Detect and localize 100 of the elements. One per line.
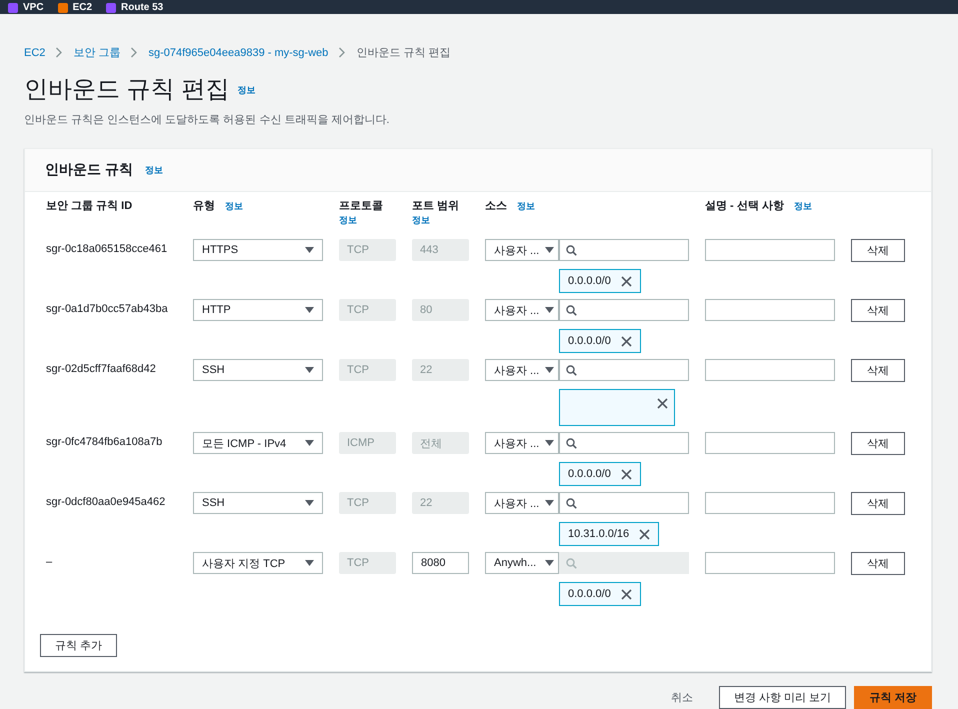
- caret-icon: [305, 307, 314, 313]
- delete-button[interactable]: 삭제: [851, 552, 905, 575]
- save-button[interactable]: 규칙 저장: [854, 686, 932, 709]
- description-field[interactable]: [705, 239, 835, 261]
- type-select[interactable]: 모든 ICMP - IPv4: [193, 432, 323, 454]
- port-field: 80: [412, 299, 469, 321]
- protocol-field: TCP: [339, 552, 396, 574]
- port-field: 443: [412, 239, 469, 261]
- remove-icon[interactable]: [620, 276, 632, 286]
- cidr-value: 0.0.0.0/0: [568, 335, 611, 347]
- protocol-field: TCP: [339, 299, 396, 321]
- caret-icon: [305, 247, 314, 253]
- search-field[interactable]: [559, 299, 689, 321]
- description-field[interactable]: [705, 492, 835, 514]
- rule-id: –: [46, 556, 52, 568]
- caret-icon: [545, 247, 554, 253]
- rule-id: sgr-0dcf80aa0e945a462: [46, 496, 166, 508]
- caret-icon: [305, 440, 314, 446]
- search-icon: [566, 558, 577, 568]
- port-field[interactable]: 8080: [412, 552, 469, 574]
- breadcrumb-link[interactable]: sg-074f965e04eea9839 - my-sg-web: [148, 46, 328, 58]
- add-rule-button[interactable]: 규칙 추가: [40, 634, 117, 657]
- chevron-icon: [130, 47, 138, 58]
- remove-icon[interactable]: [620, 468, 632, 480]
- protocol-field: TCP: [339, 239, 396, 261]
- info-link[interactable]: 정보: [225, 201, 243, 211]
- rule-id: sgr-0fc4784fb6a108a7b: [46, 436, 162, 448]
- preview-button[interactable]: 변경 사항 미리 보기: [719, 686, 846, 709]
- panel-title: 인바운드 규칙: [45, 161, 133, 179]
- page-title: 인바운드 규칙 편집: [24, 75, 230, 105]
- protocol-field: TCP: [339, 492, 396, 514]
- cidr-value: 0.0.0.0/0: [568, 588, 611, 600]
- service-icon[interactable]: [8, 3, 18, 13]
- service-link[interactable]: VPC: [23, 2, 44, 14]
- source-select[interactable]: 사용자 ...: [485, 299, 559, 321]
- breadcrumb-current: 인바운드 규칙 편집: [356, 46, 450, 60]
- service-link[interactable]: Route 53: [121, 2, 164, 14]
- cidr-value: 0.0.0.0/0: [568, 275, 611, 287]
- delete-button[interactable]: 삭제: [851, 492, 905, 515]
- info-link[interactable]: 정보: [794, 201, 812, 211]
- search-icon: [566, 244, 577, 256]
- type-select[interactable]: SSH: [193, 359, 323, 381]
- description-field[interactable]: [705, 299, 835, 321]
- source-select[interactable]: 사용자 ...: [485, 432, 559, 454]
- column-header: 유형: [193, 199, 215, 213]
- description-field[interactable]: [705, 359, 835, 381]
- description-field[interactable]: [705, 552, 835, 574]
- rule-id: sgr-0a1d7b0cc57ab43ba: [46, 303, 168, 315]
- remove-icon[interactable]: [620, 336, 632, 346]
- breadcrumb-link[interactable]: EC2: [24, 46, 46, 58]
- info-link[interactable]: 정보: [237, 84, 256, 96]
- type-select[interactable]: 사용자 지정 TCP: [193, 552, 323, 574]
- source-select[interactable]: 사용자 ...: [485, 359, 559, 381]
- cancel-button[interactable]: 취소: [671, 690, 711, 705]
- source-select[interactable]: 사용자 ...: [485, 239, 559, 261]
- service-link[interactable]: EC2: [72, 2, 92, 14]
- delete-button[interactable]: 삭제: [851, 299, 905, 322]
- type-select[interactable]: SSH: [193, 492, 323, 514]
- rule-id: sgr-02d5cff7faaf68d42: [46, 363, 156, 375]
- source-select[interactable]: 사용자 ...: [485, 492, 559, 514]
- search-field[interactable]: [559, 492, 689, 514]
- type-select[interactable]: HTTPS: [193, 239, 323, 261]
- info-link[interactable]: 정보: [517, 201, 535, 211]
- chevron-icon: [338, 47, 346, 58]
- search-icon: [566, 498, 577, 508]
- description-field[interactable]: [705, 432, 835, 454]
- column-header: 보안 그룹 규칙 ID: [46, 199, 132, 213]
- search-field[interactable]: [559, 432, 689, 454]
- remove-icon[interactable]: [639, 528, 650, 540]
- search-field[interactable]: [559, 359, 689, 381]
- delete-button[interactable]: 삭제: [851, 359, 905, 382]
- cidr-value: 10.31.0.0/16: [568, 528, 630, 540]
- source-select[interactable]: Anywh...: [485, 552, 559, 574]
- column-header: 소스: [485, 199, 507, 213]
- caret-icon: [305, 560, 314, 566]
- remove-icon[interactable]: [620, 588, 632, 600]
- column-header: 프로토콜: [339, 199, 383, 213]
- caret-icon: [545, 367, 554, 373]
- service-icon[interactable]: [106, 3, 116, 13]
- column-header: 설명 - 선택 사항: [705, 199, 784, 213]
- rule-id: sgr-0c18a065158cce461: [46, 243, 168, 255]
- protocol-field: TCP: [339, 359, 396, 381]
- caret-icon: [545, 560, 554, 566]
- info-link[interactable]: 정보: [339, 215, 357, 225]
- search-icon: [566, 304, 577, 316]
- page-description: 인바운드 규칙은 인스턴스에 도달하도록 허용된 수신 트래픽을 제어합니다.: [23, 113, 390, 127]
- port-field: 22: [412, 359, 469, 381]
- caret-icon: [545, 440, 554, 446]
- delete-button[interactable]: 삭제: [851, 239, 905, 262]
- column-header: 포트 범위: [412, 199, 460, 213]
- port-field: 22: [412, 492, 469, 514]
- type-select[interactable]: HTTP: [193, 299, 323, 321]
- protocol-field: ICMP: [339, 432, 396, 454]
- remove-icon[interactable]: [657, 398, 668, 409]
- search-field[interactable]: [559, 239, 689, 261]
- info-link[interactable]: 정보: [144, 164, 163, 176]
- breadcrumb-link[interactable]: 보안 그룹: [73, 45, 120, 60]
- info-link[interactable]: 정보: [412, 215, 430, 225]
- delete-button[interactable]: 삭제: [851, 432, 905, 455]
- service-icon[interactable]: [58, 3, 68, 13]
